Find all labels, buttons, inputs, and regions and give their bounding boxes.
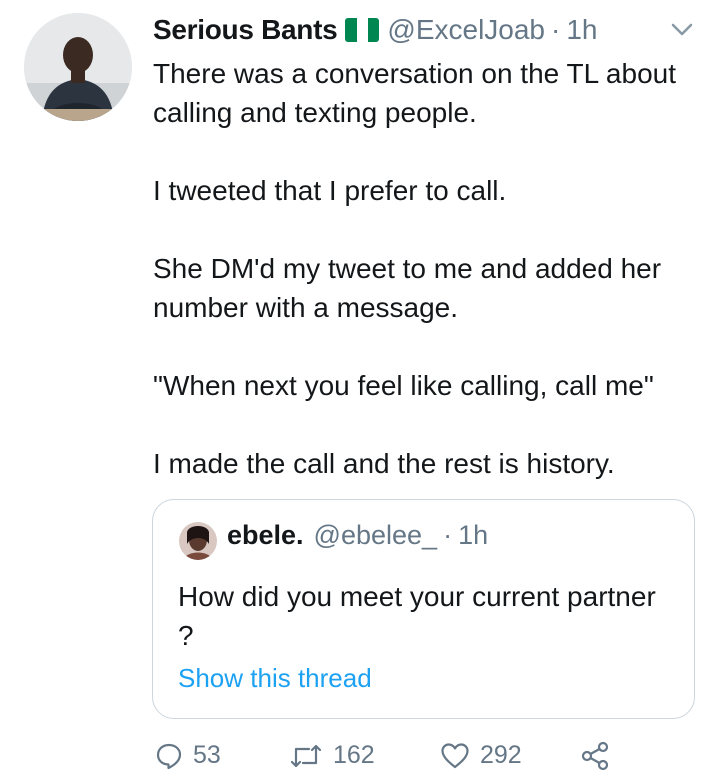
share-button[interactable] [580,741,610,771]
author-name[interactable]: Serious Bants [153,14,338,46]
like-button[interactable]: 292 [440,741,522,770]
nigeria-flag-icon [345,18,380,42]
tweet-paragraph: She DM'd my tweet to me and added her nu… [153,253,662,323]
quoted-author-name: ebele. [227,520,304,550]
separator-dot: · [551,14,561,45]
heart-icon [441,742,469,768]
separator-dot: · [443,520,453,550]
retweet-button[interactable]: 162 [289,741,375,770]
tweet-paragraph: There was a conversation on the TL about… [153,58,676,128]
quoted-author-avatar [179,522,217,560]
share-icon [581,741,609,771]
quoted-tweet[interactable]: ebele. @ebelee_ · 1h How did you meet yo… [152,499,695,719]
reply-count: 53 [193,741,221,769]
reply-button[interactable]: 53 [155,741,221,770]
author-handle[interactable]: @ExcelJoab [387,14,545,46]
retweet-count: 162 [333,741,375,769]
like-count: 292 [480,741,522,769]
quoted-author-handle: @ebelee_ [313,520,438,550]
show-thread-link[interactable]: Show this thread [178,663,372,694]
author-avatar[interactable] [24,13,132,121]
tweet-time[interactable]: 1h [566,14,597,46]
tweet-paragraph: "When next you feel like calling, call m… [153,370,654,401]
tweet-text: There was a conversation on the TL about… [153,54,698,483]
chevron-down-icon[interactable] [668,20,696,40]
tweet-actions: 53 162 292 [153,741,623,781]
tweet-header: Serious Bants @ExcelJoab · 1h [153,12,597,48]
quoted-text: How did you meet your current partner ? [178,581,656,651]
reply-icon [156,743,182,769]
retweet-icon [290,744,322,767]
quoted-header: ebele. @ebelee_ · 1h [227,520,488,551]
tweet-paragraph: I made the call and the rest is history. [153,448,615,479]
tweet-paragraph: I tweeted that I prefer to call. [153,175,507,206]
quoted-time: 1h [458,520,489,550]
